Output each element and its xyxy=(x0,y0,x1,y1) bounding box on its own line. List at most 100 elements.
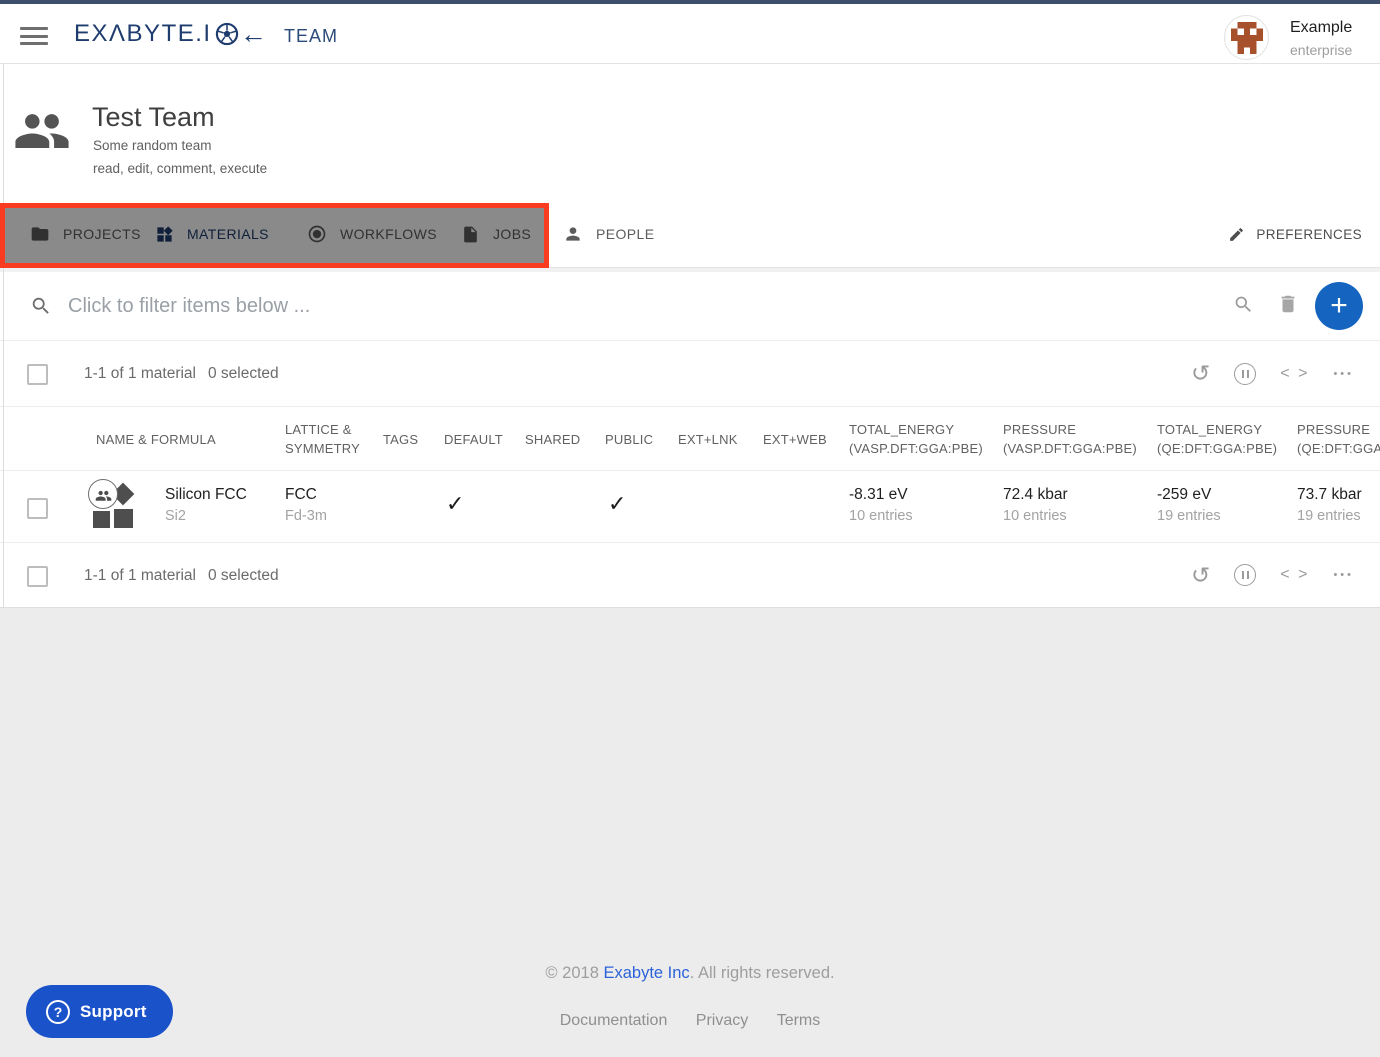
team-permissions: read, edit, comment, execute xyxy=(93,161,267,176)
material-formula: Si2 xyxy=(165,508,247,524)
column-header-lattice[interactable]: LATTICE &SYMMETRY xyxy=(285,407,360,471)
terms-link[interactable]: Terms xyxy=(777,1012,821,1029)
footer-links: Documentation Privacy Terms xyxy=(0,1012,1380,1030)
column-header-default[interactable]: DEFAULT xyxy=(444,407,503,471)
cell-pressure-qe: 73.7 kbar 19 entries xyxy=(1297,486,1362,524)
tab-jobs[interactable]: JOBS xyxy=(461,200,531,268)
app-header: EXΛBYTE.I ← TEAM Example enterprise xyxy=(0,4,1380,64)
team-section: Test Team Some random team read, edit, c… xyxy=(0,64,1380,200)
table-row[interactable]: Silicon FCC Si2 FCC Fd-3m ✓ ✓ -8.31 eV 1… xyxy=(0,470,1380,542)
question-mark-icon: ? xyxy=(46,1000,70,1024)
back-arrow-icon[interactable]: ← xyxy=(240,18,267,50)
more-options-icon[interactable]: ••• xyxy=(1333,368,1354,380)
search-icon xyxy=(30,295,52,322)
hamburger-menu-icon[interactable] xyxy=(20,27,48,45)
column-header-pressure-vasp[interactable]: PRESSURE(VASP.DFT:GGA:PBE) xyxy=(1003,407,1137,471)
preferences-label: PREFERENCES xyxy=(1256,227,1362,242)
support-button[interactable]: ? Support xyxy=(26,985,173,1038)
tab-materials[interactable]: MATERIALS xyxy=(155,200,269,268)
support-label: Support xyxy=(80,1002,147,1022)
pencil-icon xyxy=(1228,226,1245,243)
more-options-icon[interactable]: ••• xyxy=(1333,569,1354,581)
filter-input[interactable] xyxy=(68,286,1068,326)
column-header-total-energy-qe[interactable]: TOTAL_ENERGY(QE:DFT:GGA:PBE) xyxy=(1157,407,1277,471)
brand-logo-text: EXΛBYTE.I xyxy=(74,20,212,48)
column-header-tags[interactable]: TAGS xyxy=(383,407,418,471)
tab-bar: PROJECTS MATERIALS WORKFLOWS JOBS PEOPLE xyxy=(0,200,1380,268)
tab-people[interactable]: PEOPLE xyxy=(563,200,654,268)
pause-icon[interactable] xyxy=(1234,564,1256,586)
tab-label: JOBS xyxy=(493,226,531,242)
tab-label: MATERIALS xyxy=(187,226,269,242)
team-description: Some random team xyxy=(93,138,212,153)
page-background: © 2018 Exabyte Inc. All rights reserved.… xyxy=(0,607,1380,1057)
column-header-total-energy-vasp[interactable]: TOTAL_ENERGY(VASP.DFT:GGA:PBE) xyxy=(849,407,983,471)
default-check-icon: ✓ xyxy=(446,491,464,517)
column-header-ext-lnk[interactable]: EXT+LNK xyxy=(678,407,738,471)
cell-lattice-symmetry: FCC Fd-3m xyxy=(285,486,327,524)
folder-icon xyxy=(30,224,50,244)
symmetry-value: Fd-3m xyxy=(285,508,327,524)
row-checkbox[interactable] xyxy=(27,498,48,519)
documentation-link[interactable]: Documentation xyxy=(560,1012,668,1029)
cell-total-energy-vasp: -8.31 eV 10 entries xyxy=(849,486,913,524)
tab-label: WORKFLOWS xyxy=(340,226,437,242)
widgets-icon xyxy=(155,225,174,244)
pagination-selected: 0 selected xyxy=(208,567,279,585)
pagination-bar-top: 1-1 of 1 material 0 selected ↺ < > ••• xyxy=(0,340,1380,406)
team-name: Test Team xyxy=(92,102,215,133)
account-name: Example xyxy=(1290,19,1352,37)
material-icon xyxy=(88,479,138,535)
team-group-icon xyxy=(13,102,71,153)
company-link[interactable]: Exabyte Inc xyxy=(603,964,689,982)
widgets-square-shape xyxy=(93,511,110,528)
column-header-shared[interactable]: SHARED xyxy=(525,407,580,471)
brand-logo[interactable]: EXΛBYTE.I xyxy=(74,20,240,48)
select-all-checkbox[interactable] xyxy=(27,364,48,385)
pagination-range: 1-1 of 1 material xyxy=(84,365,196,383)
pagination-range: 1-1 of 1 material xyxy=(84,567,196,585)
account-avatar[interactable] xyxy=(1224,15,1269,60)
tab-workflows[interactable]: WORKFLOWS xyxy=(307,200,437,268)
tab-label: PEOPLE xyxy=(596,226,654,242)
pagination-bar-bottom: 1-1 of 1 material 0 selected ↺ < > ••• xyxy=(0,542,1380,607)
material-name: Silicon FCC xyxy=(165,486,247,504)
pagination-selected: 0 selected xyxy=(208,365,279,383)
person-icon xyxy=(563,224,583,244)
refresh-icon[interactable]: ↺ xyxy=(1191,564,1210,587)
radio-checked-icon xyxy=(307,224,327,244)
column-header-pressure-qe[interactable]: PRESSURE(QE:DFT:GGA: xyxy=(1297,407,1380,471)
code-icon[interactable]: < > xyxy=(1280,365,1309,383)
trash-icon[interactable] xyxy=(1277,293,1299,320)
page-title: TEAM xyxy=(284,26,338,47)
identicon-image xyxy=(1231,22,1263,54)
tab-projects[interactable]: PROJECTS xyxy=(30,200,141,268)
copyright-text: © 2018 Exabyte Inc. All rights reserved. xyxy=(0,964,1380,983)
widgets-square-shape xyxy=(114,509,133,528)
lattice-value: FCC xyxy=(285,486,327,504)
cell-total-energy-qe: -259 eV 19 entries xyxy=(1157,486,1221,524)
active-tab-underline xyxy=(140,264,285,267)
team-badge-icon xyxy=(88,479,118,509)
search-icon[interactable] xyxy=(1233,294,1254,320)
select-all-checkbox[interactable] xyxy=(27,566,48,587)
file-icon xyxy=(461,225,480,244)
privacy-link[interactable]: Privacy xyxy=(696,1012,748,1029)
pause-icon[interactable] xyxy=(1234,363,1256,385)
public-check-icon: ✓ xyxy=(608,491,626,517)
cell-pressure-vasp: 72.4 kbar 10 entries xyxy=(1003,486,1068,524)
cell-name-formula: Silicon FCC Si2 xyxy=(165,486,247,524)
code-icon[interactable]: < > xyxy=(1280,566,1309,584)
table-header: NAME & FORMULA LATTICE &SYMMETRY TAGS DE… xyxy=(0,406,1380,470)
tab-label: PROJECTS xyxy=(63,226,141,242)
column-header-public[interactable]: PUBLIC xyxy=(605,407,653,471)
page: EXΛBYTE.I ← TEAM Example enterprise xyxy=(0,0,1380,1057)
preferences-button[interactable]: PREFERENCES xyxy=(1228,200,1362,268)
refresh-icon[interactable]: ↺ xyxy=(1191,362,1210,385)
account-plan: enterprise xyxy=(1290,42,1352,58)
content-left-border xyxy=(3,64,4,607)
soccer-ball-icon xyxy=(214,21,240,47)
column-header-name[interactable]: NAME & FORMULA xyxy=(96,407,216,471)
column-header-ext-web[interactable]: EXT+WEB xyxy=(763,407,827,471)
add-button[interactable]: + xyxy=(1315,282,1363,330)
